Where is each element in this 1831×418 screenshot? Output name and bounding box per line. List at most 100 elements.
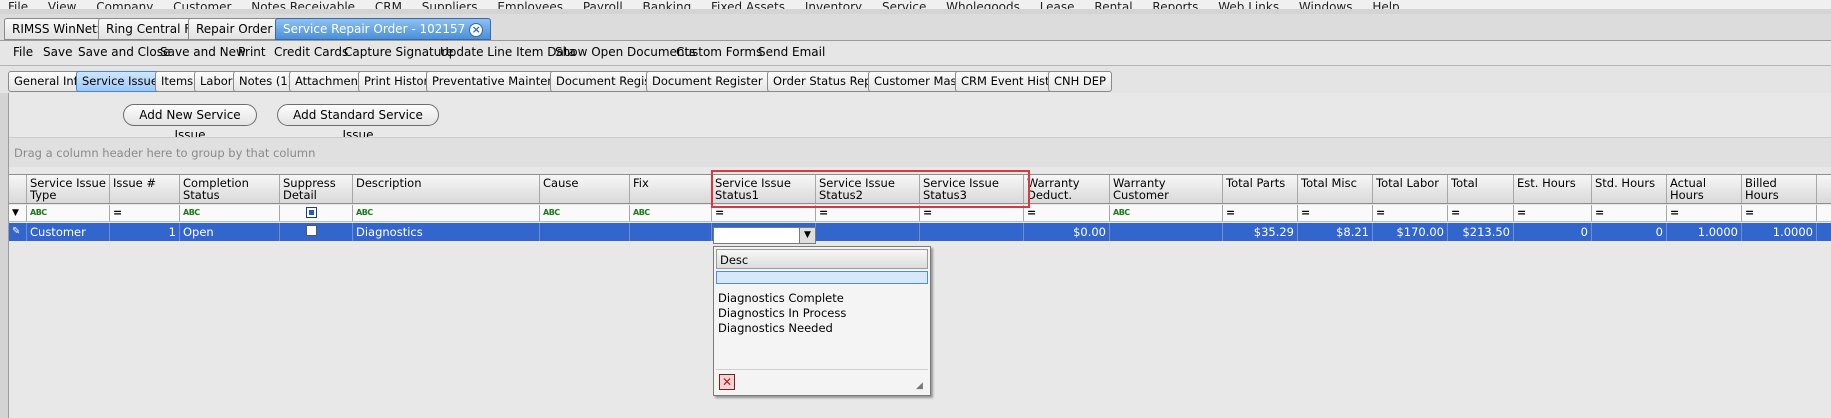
col-service-issue-type[interactable]: Service Issue Type xyxy=(27,175,110,203)
cell-status3[interactable] xyxy=(920,223,1024,241)
filter-fix[interactable]: ABC xyxy=(630,205,712,221)
filter-billed-hours[interactable]: = xyxy=(1742,205,1817,221)
cell-issue-number[interactable]: 1 xyxy=(110,223,180,241)
menu-company[interactable]: Company xyxy=(88,0,161,9)
close-icon[interactable]: × xyxy=(469,22,484,37)
menu-rental[interactable]: Rental xyxy=(1086,0,1140,9)
cell-completion-status[interactable]: Open xyxy=(180,223,280,241)
cell-total[interactable]: $213.50 xyxy=(1448,223,1514,241)
tab-cnh-dep[interactable]: CNH DEP xyxy=(1048,71,1112,92)
filter-completion-status[interactable]: ABC xyxy=(180,205,280,221)
menu-reports[interactable]: Reports xyxy=(1144,0,1206,9)
save-and-new-button[interactable]: Save and New xyxy=(160,45,246,59)
cell-total-misc[interactable]: $8.21 xyxy=(1298,223,1373,241)
menu-service[interactable]: Service xyxy=(874,0,934,9)
menu-customer[interactable]: Customer xyxy=(165,0,239,9)
cell-status2[interactable] xyxy=(816,223,920,241)
col-actual-hours[interactable]: Actual Hours xyxy=(1667,175,1742,203)
col-billed-hours[interactable]: Billed Hours xyxy=(1742,175,1817,203)
dropdown-option-diagnostics-complete[interactable]: Diagnostics Complete xyxy=(718,291,844,305)
cell-cause[interactable] xyxy=(540,223,630,241)
col-warranty-customer[interactable]: Warranty Customer xyxy=(1110,175,1223,203)
col-cause[interactable]: Cause xyxy=(540,175,630,203)
col-total-parts[interactable]: Total Parts xyxy=(1223,175,1298,203)
chevron-down-icon[interactable]: ▼ xyxy=(799,228,815,243)
menu-view[interactable]: View xyxy=(40,0,84,9)
filter-std-hours[interactable]: = xyxy=(1592,205,1667,221)
credit-cards-button[interactable]: Credit Cards xyxy=(274,45,348,59)
tab-labor[interactable]: Labor xyxy=(194,71,239,92)
menu-web-links[interactable]: Web Links xyxy=(1210,0,1287,9)
menu-suppliers[interactable]: Suppliers xyxy=(414,0,486,9)
cell-total-labor[interactable]: $170.00 xyxy=(1373,223,1448,241)
custom-forms-button[interactable]: Custom Forms xyxy=(676,45,762,59)
save-button[interactable]: Save xyxy=(43,45,72,59)
save-and-close-button[interactable]: Save and Close xyxy=(78,45,170,59)
print-button[interactable]: Print xyxy=(238,45,266,59)
tab-items[interactable]: Items xyxy=(155,71,200,92)
show-open-documents-button[interactable]: Show Open Documents xyxy=(555,45,695,59)
table-row[interactable]: ✎ Customer 1 Open Diagnostics $0.00 $35.… xyxy=(9,223,1831,241)
col-description[interactable]: Description xyxy=(353,175,540,203)
cell-warranty-deduct[interactable]: $0.00 xyxy=(1024,223,1110,241)
cell-fix[interactable] xyxy=(630,223,712,241)
menu-windows[interactable]: Windows xyxy=(1291,0,1361,9)
dropdown-option-diagnostics-needed[interactable]: Diagnostics Needed xyxy=(718,321,833,335)
delete-icon[interactable]: ✕ xyxy=(719,374,735,390)
cell-total-parts[interactable]: $35.29 xyxy=(1223,223,1298,241)
filter-warranty-deduct[interactable]: = xyxy=(1024,205,1110,221)
status1-dropdown-input[interactable]: ▼ xyxy=(713,227,816,244)
filter-total-parts[interactable]: = xyxy=(1223,205,1298,221)
filter-est-hours[interactable]: = xyxy=(1514,205,1592,221)
menu-banking[interactable]: Banking xyxy=(635,0,700,9)
col-total-labor[interactable]: Total Labor xyxy=(1373,175,1448,203)
filter-service-issue-type[interactable]: ABC xyxy=(27,205,110,221)
file-button[interactable]: File xyxy=(13,45,33,59)
cell-warranty-customer[interactable] xyxy=(1110,223,1223,241)
col-est-hours[interactable]: Est. Hours xyxy=(1514,175,1592,203)
col-suppress-detail[interactable]: Suppress Detail xyxy=(280,175,353,203)
doc-tab-service-repair-order[interactable]: Service Repair Order - 102157 × xyxy=(275,18,492,40)
filter-total-misc[interactable]: = xyxy=(1298,205,1373,221)
resize-grip-icon[interactable]: ◢ xyxy=(916,381,926,391)
cell-service-issue-type[interactable]: Customer xyxy=(27,223,110,241)
cell-std-hours[interactable]: 0 xyxy=(1592,223,1667,241)
add-new-service-issue-button[interactable]: Add New Service Issue xyxy=(123,104,257,142)
menu-file[interactable]: File xyxy=(0,0,36,9)
menu-inventory[interactable]: Inventory xyxy=(797,0,870,9)
filter-description[interactable]: ABC xyxy=(353,205,540,221)
filter-warranty-customer[interactable]: ABC xyxy=(1110,205,1223,221)
filter-status1[interactable]: = xyxy=(712,205,816,221)
group-by-area[interactable]: Drag a column header here to group by th… xyxy=(9,137,1831,167)
col-service-issue-status3[interactable]: Service Issue Status3 xyxy=(920,175,1024,203)
menu-fixed-assets[interactable]: Fixed Assets xyxy=(703,0,793,9)
filter-total[interactable]: = xyxy=(1448,205,1514,221)
send-email-button[interactable]: Send Email xyxy=(758,45,825,59)
col-service-issue-status1[interactable]: Service Issue Status1 xyxy=(712,175,816,203)
cell-actual-hours[interactable]: 1.0000 xyxy=(1667,223,1742,241)
menu-employees[interactable]: Employees xyxy=(489,0,571,9)
col-completion-status[interactable]: Completion Status xyxy=(180,175,280,203)
cell-est-hours[interactable]: 0 xyxy=(1514,223,1592,241)
filter-funnel-icon[interactable]: ▼ xyxy=(9,205,27,221)
col-total[interactable]: Total xyxy=(1448,175,1514,203)
menu-wholegoods[interactable]: Wholegoods xyxy=(938,0,1028,9)
cell-suppress-detail[interactable] xyxy=(280,223,353,241)
col-total-misc[interactable]: Total Misc xyxy=(1298,175,1373,203)
menu-payroll[interactable]: Payroll xyxy=(575,0,631,9)
menu-crm[interactable]: CRM xyxy=(367,0,410,9)
col-issue-number[interactable]: Issue # xyxy=(110,175,180,203)
add-standard-service-issue-button[interactable]: Add Standard Service Issue xyxy=(277,104,439,142)
col-warranty-deduct[interactable]: Warranty Deduct. xyxy=(1024,175,1110,203)
checkbox-icon[interactable] xyxy=(306,207,317,218)
cell-billed-hours[interactable]: 1.0000 xyxy=(1742,223,1817,241)
col-fix[interactable]: Fix xyxy=(630,175,712,203)
filter-status2[interactable]: = xyxy=(816,205,920,221)
filter-total-labor[interactable]: = xyxy=(1373,205,1448,221)
menu-help[interactable]: Help xyxy=(1364,0,1407,9)
filter-cause[interactable]: ABC xyxy=(540,205,630,221)
menu-lease[interactable]: Lease xyxy=(1032,0,1083,9)
cell-description[interactable]: Diagnostics xyxy=(353,223,540,241)
checkbox-icon[interactable] xyxy=(306,225,317,236)
filter-status3[interactable]: = xyxy=(920,205,1024,221)
